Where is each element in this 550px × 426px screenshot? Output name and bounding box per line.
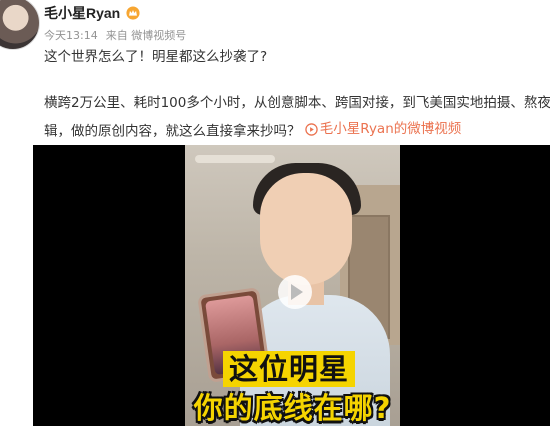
post-text-line-2: 横跨2万公里、耗时100多个小时，从创意脚本、跨国对接，到飞美国实地拍摄、熬夜剪 <box>44 95 550 111</box>
post-meta: 今天13:14 来自 微博视频号 <box>44 27 186 43</box>
vip-crown-icon <box>126 6 140 20</box>
ceiling-light <box>195 155 275 163</box>
video-caption-line-2: 你的底线在哪? <box>193 391 392 425</box>
video-link-icon <box>305 122 318 136</box>
post-time[interactable]: 今天13:14 <box>44 27 98 43</box>
source-name[interactable]: 微博视频号 <box>131 29 186 42</box>
video-caption-line-1: 这位明星 <box>223 351 356 387</box>
video-link-text[interactable]: 毛小星Ryan的微博视频 <box>320 120 461 138</box>
author-name[interactable]: 毛小星Ryan <box>44 3 120 23</box>
post-text-line-1: 这个世界怎么了！明星都这么抄袭了? <box>44 49 268 65</box>
post-text-line-3-content: 辑，做的原创内容，就这么直接拿来抄吗？ <box>44 123 301 140</box>
source-prefix: 来自 <box>105 29 128 42</box>
person-face <box>260 173 352 285</box>
post-source: 来自 微博视频号 <box>106 27 187 43</box>
post-text-line-3: 辑，做的原创内容，就这么直接拿来抄吗？ 毛小星Ryan的微博视频 <box>44 120 461 141</box>
play-icon[interactable] <box>277 274 313 310</box>
video-player[interactable]: 这位明星 你的底线在哪? <box>33 145 550 426</box>
video-link[interactable]: 毛小星Ryan的微博视频 <box>305 120 461 138</box>
avatar[interactable] <box>0 0 40 50</box>
video-frame[interactable]: 这位明星 你的底线在哪? <box>185 145 400 426</box>
author-row: 毛小星Ryan <box>44 3 140 23</box>
